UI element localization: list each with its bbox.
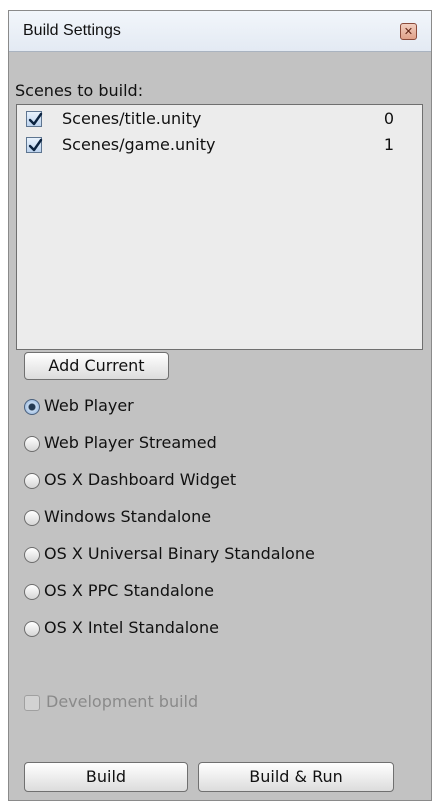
scene-row[interactable]: Scenes/title.unity 0 [17, 107, 422, 133]
close-icon: ✕ [403, 25, 414, 38]
scene-name: Scenes/game.unity [62, 135, 216, 154]
scene-index: 0 [383, 109, 394, 128]
scene-name: Scenes/title.unity [62, 109, 202, 128]
radio-button[interactable] [24, 547, 40, 563]
scene-list[interactable]: Scenes/title.unity 0 Scenes/game.unity 1 [16, 104, 423, 350]
radio-button-selected[interactable] [24, 399, 40, 415]
platform-label: OS X Dashboard Widget [44, 470, 237, 489]
platform-label: OS X Intel Standalone [44, 618, 219, 637]
radio-button[interactable] [24, 584, 40, 600]
development-build-label: Development build [46, 692, 199, 711]
close-button[interactable]: ✕ [400, 23, 417, 40]
add-current-button[interactable]: Add Current [24, 352, 169, 380]
scene-index: 1 [383, 135, 394, 154]
scene-row[interactable]: Scenes/game.unity 1 [17, 133, 422, 159]
radio-button[interactable] [24, 621, 40, 637]
platform-label: OS X PPC Standalone [44, 581, 214, 600]
title-bar: Build Settings ✕ [9, 11, 431, 52]
radio-button[interactable] [24, 510, 40, 526]
checkmark-icon [28, 112, 43, 126]
scene-checkbox[interactable] [26, 137, 43, 153]
development-build-checkbox [24, 695, 40, 711]
platform-label: Web Player [44, 396, 134, 415]
scene-checkbox[interactable] [26, 111, 43, 127]
window-title: Build Settings [23, 22, 121, 39]
platform-label: Web Player Streamed [44, 433, 217, 452]
platform-label: OS X Universal Binary Standalone [44, 544, 315, 563]
build-button[interactable]: Build [24, 762, 188, 792]
radio-button[interactable] [24, 473, 40, 489]
scenes-to-build-label: Scenes to build: [15, 81, 144, 100]
checkmark-icon [28, 138, 43, 152]
build-and-run-button[interactable]: Build & Run [198, 762, 394, 792]
platform-label: Windows Standalone [44, 507, 212, 526]
radio-button[interactable] [24, 436, 40, 452]
